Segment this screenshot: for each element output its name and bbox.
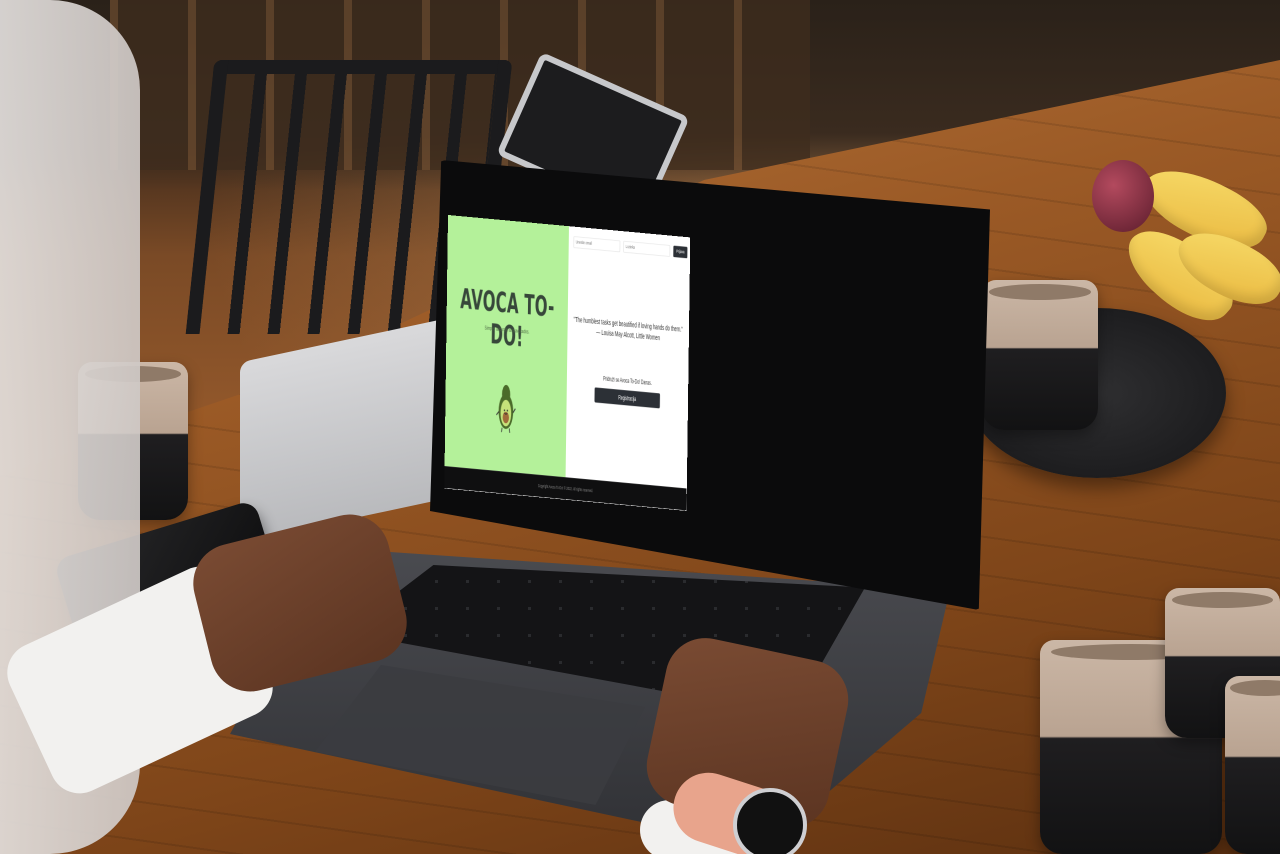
brand-title: AVOCA TO-DO!	[460, 282, 555, 353]
laptop-screen: AVOCA TO-DO! Simple, accurate and avocad…	[444, 215, 690, 511]
ceramic-cup	[1225, 676, 1280, 854]
smartwatch-face	[733, 788, 807, 854]
brand-panel: AVOCA TO-DO! Simple, accurate and avocad…	[444, 215, 569, 478]
avocado-mascot-icon	[496, 384, 516, 433]
ceramic-cup	[982, 280, 1098, 430]
footer-copyright: Copyright Avoca To-Do! © 2022. All right…	[537, 483, 594, 494]
apple	[1092, 160, 1154, 232]
auth-panel	[565, 226, 690, 489]
login-button[interactable]: Prijava	[673, 245, 688, 259]
